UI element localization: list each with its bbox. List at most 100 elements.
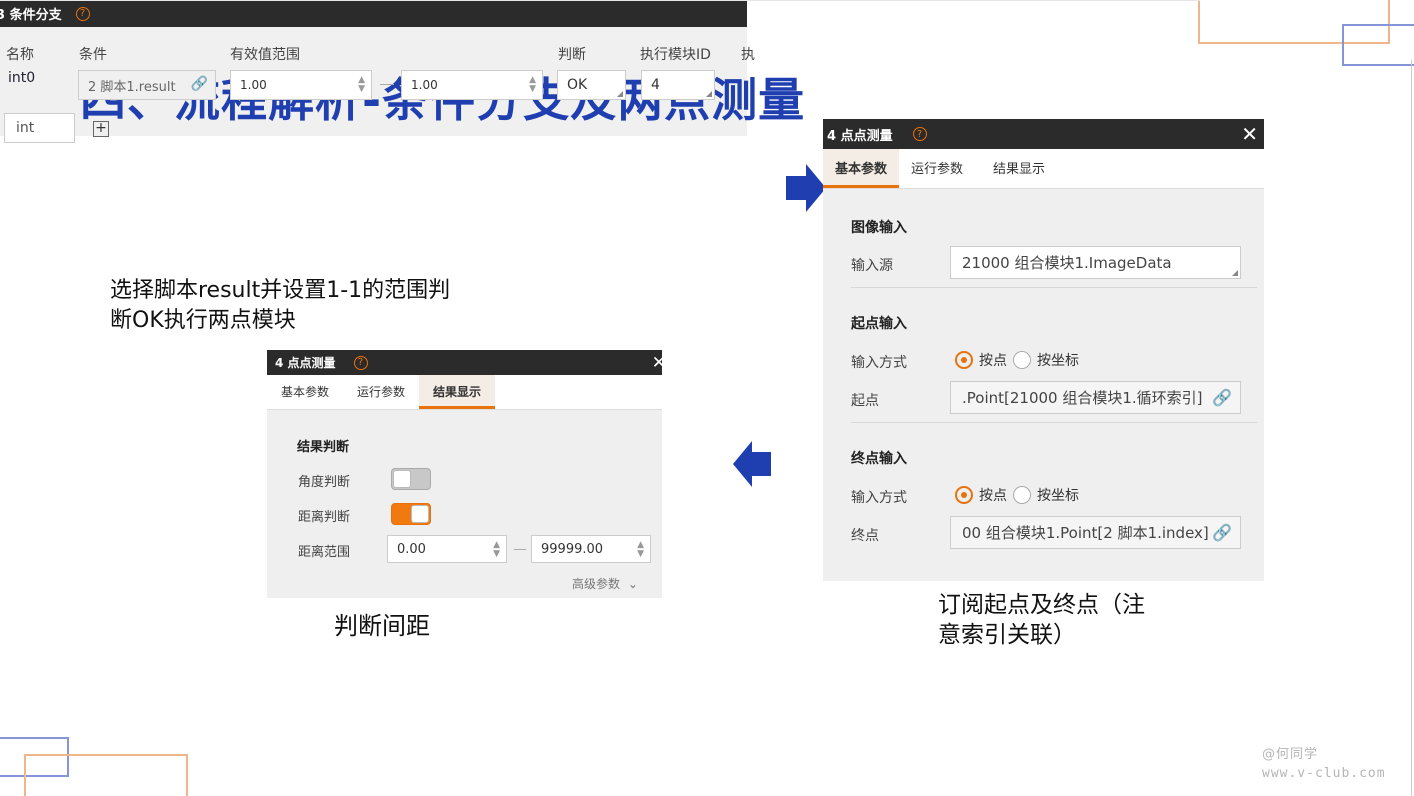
judge-value: OK <box>567 77 588 93</box>
measure-panel-title: 4 点点测量 <box>827 128 893 144</box>
end-label: 终点 <box>851 528 879 544</box>
angle-judge-toggle[interactable] <box>391 468 431 490</box>
right-edge-line <box>1411 60 1412 796</box>
condition-input[interactable]: 2 脚本1.result 🔗 <box>78 70 216 100</box>
watermark-site: www.v-club.com <box>1262 766 1386 781</box>
condition-value: 2 脚本1.result <box>88 79 176 95</box>
advanced-params-toggle[interactable]: 高级参数 ⌄ <box>572 575 638 592</box>
help-icon[interactable]: ? <box>912 127 927 141</box>
judge-select[interactable]: OK <box>557 70 626 100</box>
spinner-icon[interactable]: ▲ ▼ <box>358 76 365 94</box>
advanced-params-label: 高级参数 <box>572 577 621 591</box>
distance-min-value: 0.00 <box>397 541 426 557</box>
link-icon[interactable]: 🔗 <box>191 76 208 92</box>
tab-result-display[interactable]: 结果显示 <box>981 158 1057 188</box>
end-value: 00 组合模块1.Point[2 脚本1.index] <box>962 524 1209 542</box>
range-max-value: 1.00 <box>411 78 438 92</box>
source-input[interactable]: 21000 组合模块1.ImageData <box>950 246 1241 279</box>
tab-basic-params[interactable]: 基本参数 <box>267 383 343 409</box>
start-input-heading: 起点输入 <box>851 316 907 332</box>
result-panel-title: 4 点点测量 <box>275 356 336 370</box>
arrow-left-icon <box>733 441 771 487</box>
toggle-knob <box>393 470 411 488</box>
radio-point-selected[interactable] <box>955 351 973 369</box>
arrow-right-icon <box>786 164 826 212</box>
resize-corner-icon <box>706 91 712 97</box>
distance-judge-label: 距离判断 <box>298 510 351 525</box>
distance-min-input[interactable]: 0.00 ▲ ▼ <box>387 535 507 563</box>
distance-range-label: 距离范围 <box>298 545 351 560</box>
col-header-judge: 判断 <box>558 47 586 63</box>
tab-result-display[interactable]: 结果显示 <box>419 375 496 409</box>
end-input[interactable]: 00 组合模块1.Point[2 脚本1.index] 🔗 <box>950 516 1241 549</box>
distance-max-input[interactable]: 99999.00 ▲ ▼ <box>531 535 651 563</box>
close-icon[interactable]: ✕ <box>1241 122 1258 146</box>
link-icon[interactable]: 🔗 <box>1212 388 1232 407</box>
angle-judge-label: 角度判断 <box>298 475 351 490</box>
range-dash <box>514 549 526 550</box>
caption-result: 判断间距 <box>334 612 430 640</box>
caption-condition-line1-text: 选择脚本result并设置1-1的范围判 <box>110 278 451 303</box>
measure-tabs: 基本参数 运行参数 结果显示 <box>823 148 1264 189</box>
measure-panel-titlebar: 4 点点测量 ? ✕ <box>823 119 1264 149</box>
caption-measure-line2: 意索引关联） <box>938 622 1076 648</box>
link-icon[interactable]: 🔗 <box>1212 523 1232 542</box>
radio-coord-label[interactable]: 按坐标 <box>1037 485 1079 505</box>
radio-coord[interactable] <box>1013 351 1031 369</box>
result-judge-heading: 结果判断 <box>297 440 350 455</box>
range-max-input[interactable]: 1.00 ▲ ▼ <box>401 70 543 100</box>
caption-condition: 选择脚本result并设置1-1的范围判 断OK执行两点模块 <box>110 276 450 336</box>
start-input[interactable]: .Point[21000 组合模块1.循环索引] 🔗 <box>950 381 1241 414</box>
add-button[interactable]: + <box>93 120 109 137</box>
radio-point-label[interactable]: 按点 <box>979 350 1007 370</box>
help-icon[interactable]: ? <box>353 355 368 370</box>
measure-basic-panel: 4 点点测量 ? ✕ 基本参数 运行参数 结果显示 图像输入 输入源 21000… <box>823 119 1264 581</box>
distance-max-value: 99999.00 <box>541 541 604 557</box>
caption-measure: 订阅起点及终点（注 意索引关联） <box>938 590 1145 650</box>
radio-point-label[interactable]: 按点 <box>979 485 1007 505</box>
source-label: 输入源 <box>851 258 893 274</box>
col-header-module-id: 执行模块ID <box>640 47 711 63</box>
tab-run-params[interactable]: 运行参数 <box>343 383 419 409</box>
resize-corner-icon <box>617 91 623 97</box>
condition-panel-titlebar: 3 条件分支 ? <box>0 0 747 27</box>
measure-result-panel: 4 点点测量 ? ✕ 基本参数 运行参数 结果显示 结果判断 角度判断 距离判断… <box>267 350 662 598</box>
spinner-icon[interactable]: ▲ ▼ <box>493 541 500 559</box>
tab-run-params[interactable]: 运行参数 <box>899 158 975 188</box>
range-dash <box>380 84 394 85</box>
start-label: 起点 <box>851 393 879 409</box>
start-mode-radios: 按点 按坐标 <box>955 350 1079 370</box>
help-icon[interactable]: ? <box>75 6 90 21</box>
tab-basic-params[interactable]: 基本参数 <box>823 148 900 188</box>
caption-measure-line1: 订阅起点及终点（注 <box>938 592 1145 618</box>
close-icon[interactable]: ✕ <box>652 353 662 373</box>
col-header-name: 名称 <box>6 47 34 63</box>
col-header-range: 有效值范围 <box>230 47 300 63</box>
end-input-heading: 终点输入 <box>851 451 907 467</box>
col-header-condition: 条件 <box>79 47 107 63</box>
range-min-input[interactable]: 1.00 ▲ ▼ <box>230 70 372 100</box>
spinner-icon[interactable]: ▲ ▼ <box>529 76 536 94</box>
top-edge-line <box>0 0 1200 1</box>
radio-coord[interactable] <box>1013 486 1031 504</box>
result-panel-titlebar: 4 点点测量 ? ✕ <box>267 350 662 375</box>
type-input[interactable]: int <box>4 113 75 143</box>
corner-frame-orange-bottom <box>24 754 188 796</box>
distance-judge-toggle[interactable] <box>391 503 431 525</box>
image-input-heading: 图像输入 <box>851 220 907 236</box>
watermark-author: @何同学 <box>1262 747 1319 762</box>
end-mode-radios: 按点 按坐标 <box>955 485 1079 505</box>
module-id-input[interactable]: 4 <box>641 70 715 100</box>
plus-icon: + <box>95 120 107 136</box>
source-value: 21000 组合模块1.ImageData <box>962 254 1172 272</box>
radio-coord-label[interactable]: 按坐标 <box>1037 350 1079 370</box>
spinner-icon[interactable]: ▲ ▼ <box>637 541 644 559</box>
radio-point-selected[interactable] <box>955 486 973 504</box>
divider <box>851 422 1257 423</box>
start-value: .Point[21000 组合模块1.循环索引] <box>962 389 1203 407</box>
divider <box>851 287 1257 288</box>
chevron-down-icon: ⌄ <box>627 577 638 591</box>
condition-panel-title: 3 条件分支 <box>0 8 62 23</box>
caption-condition-line1: 选择脚本result并设置1-1的范围判 <box>110 276 450 306</box>
col-header-exec-cut: 执 <box>741 47 755 63</box>
